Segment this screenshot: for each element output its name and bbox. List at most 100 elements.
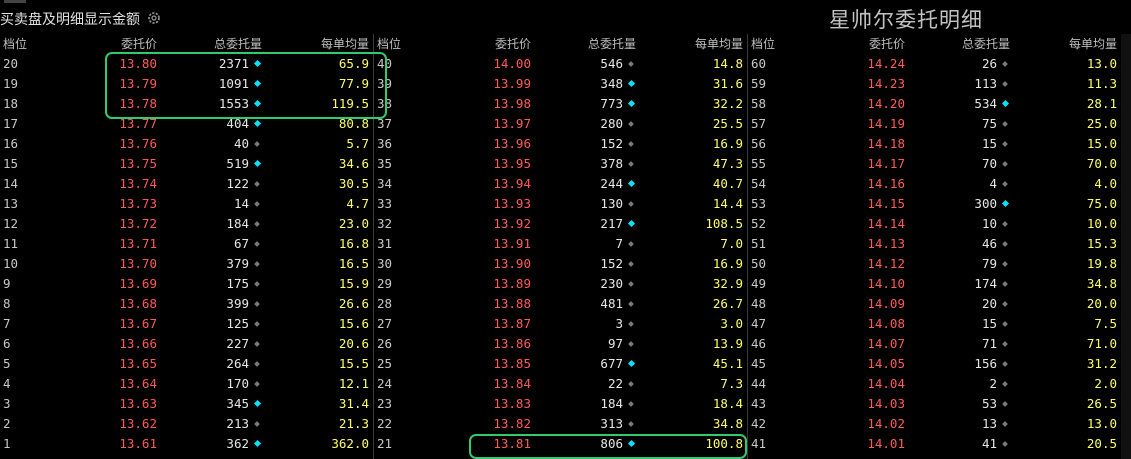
table-row[interactable]: 60 14.24 26 13.0 — [748, 54, 1123, 74]
table-row[interactable]: 9 13.69 175 15.9 — [0, 274, 373, 294]
table-row[interactable]: 38 13.98 773 32.2 — [374, 94, 747, 114]
table-row[interactable]: 36 13.96 152 16.9 — [374, 134, 747, 154]
table-row[interactable]: 7 13.67 125 15.6 — [0, 314, 373, 334]
average-volume-cell: 75.0 — [1086, 196, 1117, 211]
level-cell: 32 — [377, 216, 393, 231]
table-row[interactable]: 48 14.09 20 20.0 — [748, 294, 1123, 314]
volume-cell: 677 — [600, 356, 623, 371]
table-row[interactable]: 15 13.75 519 34.6 — [0, 154, 373, 174]
column-header[interactable]: 每单均量 — [695, 34, 743, 54]
table-row[interactable]: 19 13.79 1091 77.9 — [0, 74, 373, 94]
price-cell: 13.78 — [119, 96, 157, 111]
table-row[interactable]: 44 14.04 2 2.0 — [748, 374, 1123, 394]
table-row[interactable]: 23 13.83 184 18.4 — [374, 394, 747, 414]
level-cell: 26 — [377, 336, 393, 351]
column-header[interactable]: 总委托量 — [214, 34, 262, 54]
table-row[interactable]: 53 14.15 300 75.0 — [748, 194, 1123, 214]
table-row[interactable]: 46 14.07 71 71.0 — [748, 334, 1123, 354]
table-row[interactable]: 52 14.14 10 10.0 — [748, 214, 1123, 234]
column-header[interactable]: 委托价 — [495, 34, 531, 54]
table-row[interactable]: 37 13.97 280 25.5 — [374, 114, 747, 134]
table-row[interactable]: 30 13.90 152 16.9 — [374, 254, 747, 274]
column-header[interactable]: 总委托量 — [588, 34, 636, 54]
scrollbar[interactable] — [1121, 34, 1131, 459]
table-row[interactable]: 57 14.19 75 25.0 — [748, 114, 1123, 134]
column-header[interactable]: 委托价 — [121, 34, 157, 54]
table-row[interactable]: 16 13.76 40 5.7 — [0, 134, 373, 154]
table-row[interactable]: 5 13.65 264 15.5 — [0, 354, 373, 374]
table-row[interactable]: 51 14.13 46 15.3 — [748, 234, 1123, 254]
gear-icon[interactable] — [147, 11, 161, 25]
table-row[interactable]: 40 14.00 546 14.8 — [374, 54, 747, 74]
small-order-dot-icon — [1002, 441, 1008, 447]
table-row[interactable]: 54 14.16 4 4.0 — [748, 174, 1123, 194]
table-row[interactable]: 29 13.89 230 32.9 — [374, 274, 747, 294]
column-header[interactable]: 档位 — [751, 34, 775, 54]
table-row[interactable]: 25 13.85 677 45.1 — [374, 354, 747, 374]
table-row[interactable]: 28 13.88 481 26.7 — [374, 294, 747, 314]
table-row[interactable]: 39 13.99 348 31.6 — [374, 74, 747, 94]
level-cell: 6 — [3, 336, 11, 351]
table-row[interactable]: 4 13.64 170 12.1 — [0, 374, 373, 394]
table-row[interactable]: 27 13.87 3 3.0 — [374, 314, 747, 334]
column-header[interactable]: 档位 — [377, 34, 401, 54]
volume-cell: 280 — [600, 116, 623, 131]
table-row[interactable]: 3 13.63 345 31.4 — [0, 394, 373, 414]
level-cell: 29 — [377, 276, 393, 291]
volume-cell: 53 — [981, 396, 997, 411]
level-cell: 11 — [3, 236, 19, 251]
level-cell: 13 — [3, 196, 19, 211]
table-row[interactable]: 6 13.66 227 20.6 — [0, 334, 373, 354]
table-row[interactable]: 1 13.61 362 362.0 — [0, 434, 373, 454]
small-order-dot-icon — [1002, 301, 1008, 307]
table-row[interactable]: 13 13.73 14 4.7 — [0, 194, 373, 214]
large-order-dot-icon — [1001, 99, 1010, 108]
table-row[interactable]: 8 13.68 399 26.6 — [0, 294, 373, 314]
table-row[interactable]: 14 13.74 122 30.5 — [0, 174, 373, 194]
price-cell: 13.82 — [493, 416, 531, 431]
volume-cell: 174 — [974, 276, 997, 291]
table-row[interactable]: 58 14.20 534 28.1 — [748, 94, 1123, 114]
price-cell: 13.85 — [493, 356, 531, 371]
table-row[interactable]: 10 13.70 379 16.5 — [0, 254, 373, 274]
price-cell: 13.79 — [119, 76, 157, 91]
table-row[interactable]: 41 14.01 41 20.5 — [748, 434, 1123, 454]
column-header[interactable]: 档位 — [3, 34, 27, 54]
table-row[interactable]: 45 14.05 156 31.2 — [748, 354, 1123, 374]
table-row[interactable]: 18 13.78 1553 119.5 — [0, 94, 373, 114]
table-row[interactable]: 47 14.08 15 7.5 — [748, 314, 1123, 334]
table-row[interactable]: 21 13.81 806 100.8 — [374, 434, 747, 454]
table-row[interactable]: 50 14.12 79 19.8 — [748, 254, 1123, 274]
table-row[interactable]: 31 13.91 7 7.0 — [374, 234, 747, 254]
table-row[interactable]: 35 13.95 378 47.3 — [374, 154, 747, 174]
table-row[interactable]: 2 13.62 213 21.3 — [0, 414, 373, 434]
table-row[interactable]: 20 13.80 2371 65.9 — [0, 54, 373, 74]
table-row[interactable]: 22 13.82 313 34.8 — [374, 414, 747, 434]
price-cell: 13.63 — [119, 396, 157, 411]
table-row[interactable]: 32 13.92 217 108.5 — [374, 214, 747, 234]
table-row[interactable]: 43 14.03 53 26.5 — [748, 394, 1123, 414]
level-cell: 47 — [751, 316, 767, 331]
small-order-dot-icon — [254, 141, 260, 147]
small-order-dot-icon — [1002, 141, 1008, 147]
table-row[interactable]: 11 13.71 67 16.8 — [0, 234, 373, 254]
table-row[interactable]: 56 14.18 15 15.0 — [748, 134, 1123, 154]
table-row[interactable]: 33 13.93 130 14.4 — [374, 194, 747, 214]
table-row[interactable]: 12 13.72 184 23.0 — [0, 214, 373, 234]
average-volume-cell: 65.9 — [338, 56, 369, 71]
table-row[interactable]: 55 14.17 70 70.0 — [748, 154, 1123, 174]
price-cell: 14.07 — [867, 336, 905, 351]
table-row[interactable]: 34 13.94 244 40.7 — [374, 174, 747, 194]
table-row[interactable]: 26 13.86 97 13.9 — [374, 334, 747, 354]
table-row[interactable]: 59 14.23 113 11.3 — [748, 74, 1123, 94]
column-header[interactable]: 委托价 — [869, 34, 905, 54]
table-row[interactable]: 42 14.02 13 13.0 — [748, 414, 1123, 434]
volume-cell: 2371 — [218, 56, 249, 71]
table-row[interactable]: 49 14.10 174 34.8 — [748, 274, 1123, 294]
table-row[interactable]: 24 13.84 22 7.3 — [374, 374, 747, 394]
column-header[interactable]: 每单均量 — [1069, 34, 1117, 54]
table-row[interactable]: 17 13.77 404 80.8 — [0, 114, 373, 134]
level-cell: 45 — [751, 356, 767, 371]
column-header[interactable]: 总委托量 — [962, 34, 1010, 54]
column-header[interactable]: 每单均量 — [321, 34, 369, 54]
